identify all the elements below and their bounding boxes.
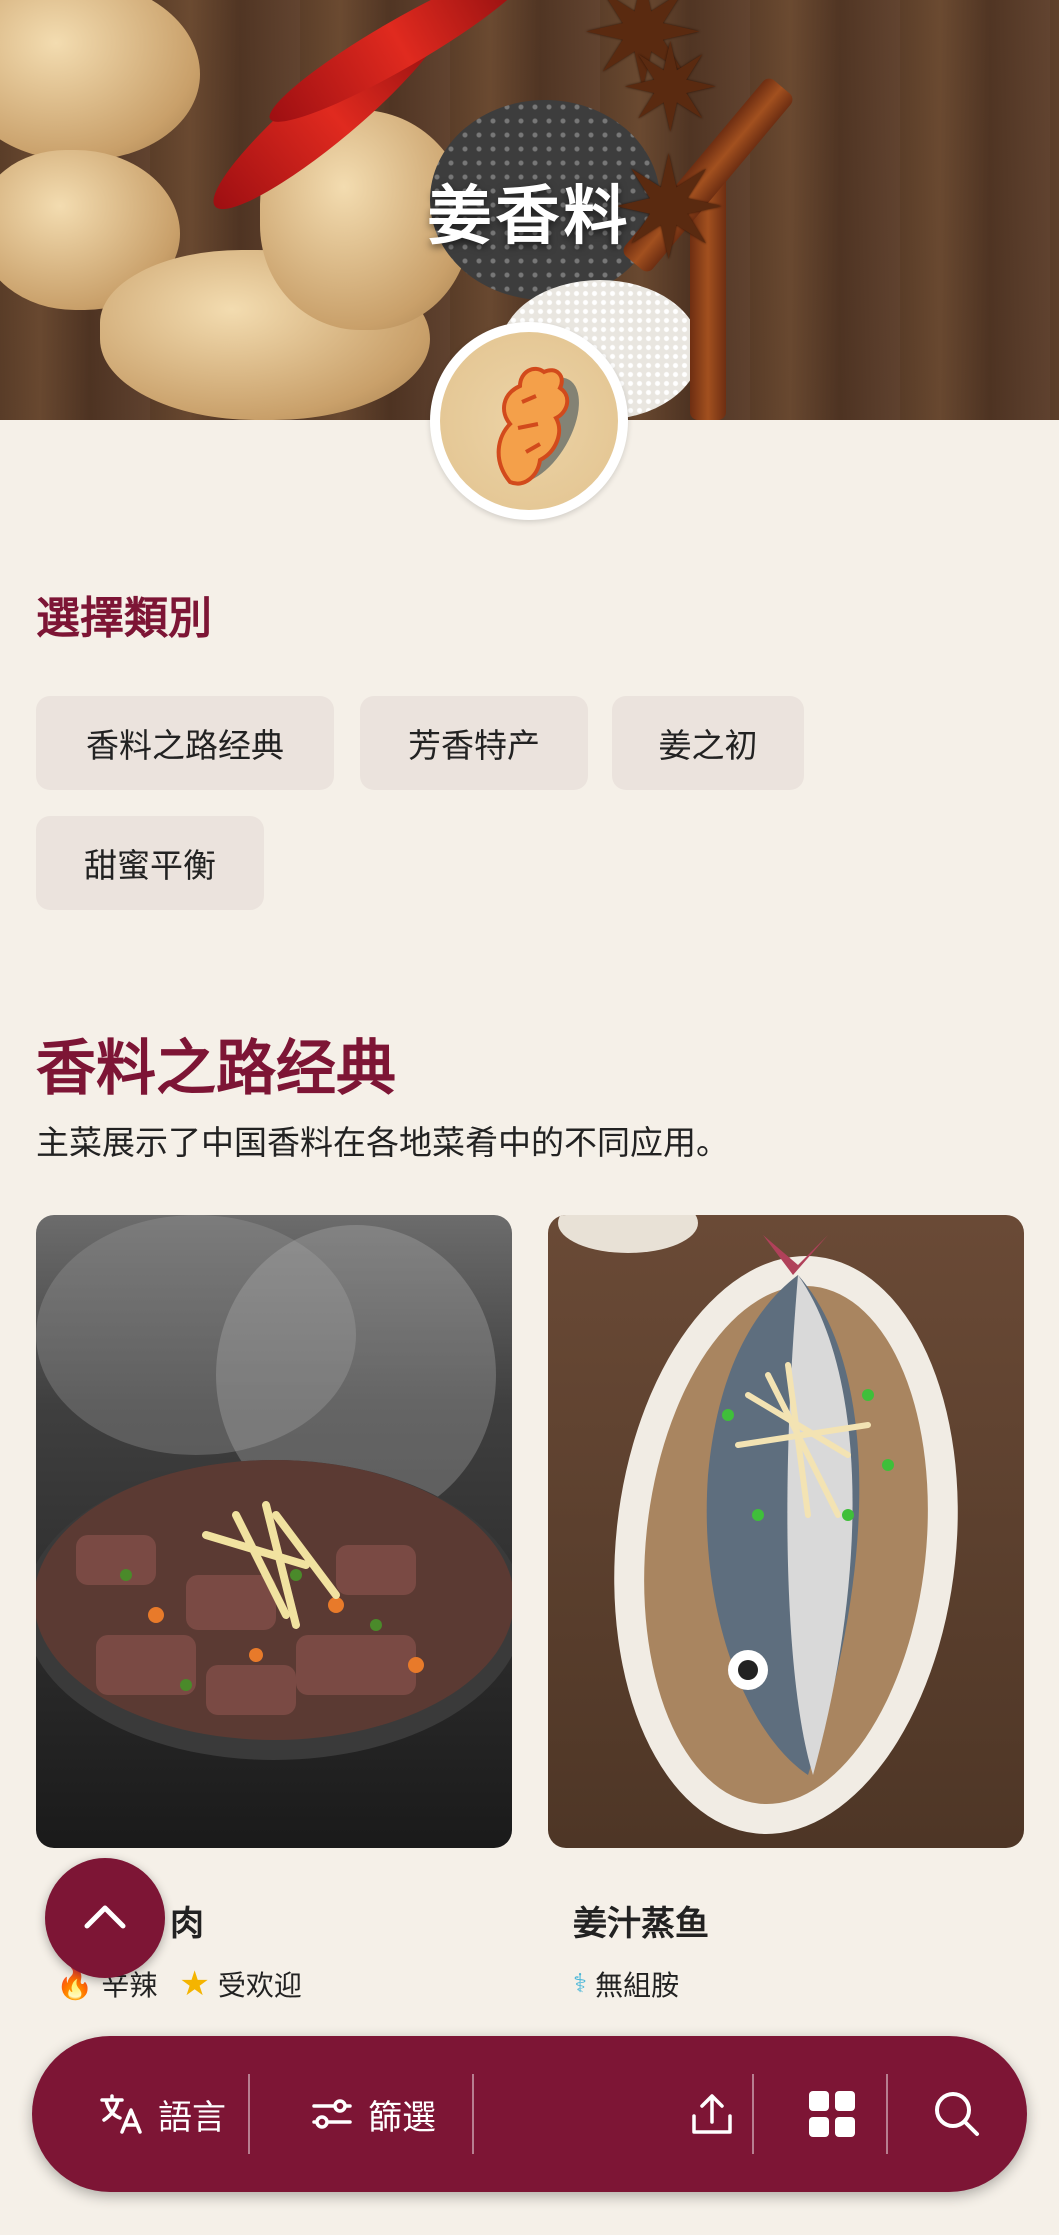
chevron-up-icon	[84, 1905, 126, 1929]
category-chip[interactable]: 芳香特产	[360, 696, 588, 790]
scroll-to-top-button[interactable]	[45, 1858, 165, 1978]
filter-slider-icon	[312, 2099, 352, 2129]
star-icon: ★	[179, 1964, 210, 2004]
category-description: 主菜展示了中国香料在各地菜肴中的不同应用。	[36, 1123, 729, 1162]
page-title: 姜香料	[427, 180, 632, 254]
beef-stir-fry-image	[36, 1215, 512, 1760]
filter-button[interactable]: 篩選	[282, 2036, 462, 2192]
category-chip[interactable]: 甜蜜平衡	[36, 816, 264, 910]
divider	[248, 2074, 250, 2154]
tag-histamine-free: 無組胺	[595, 1969, 680, 2002]
grid-view-button[interactable]	[772, 2036, 892, 2192]
translate-icon	[100, 2094, 142, 2134]
language-label: 語言	[158, 2097, 226, 2138]
dish-name[interactable]: 姜汁蒸鱼	[573, 1896, 709, 1945]
share-button[interactable]	[642, 2036, 782, 2192]
category-title: 香料之路经典	[36, 1034, 396, 1104]
category-selector-label: 選擇類別	[36, 593, 212, 644]
divider	[886, 2074, 888, 2154]
category-chip[interactable]: 姜之初	[612, 696, 804, 790]
ginger-icon	[496, 366, 579, 486]
bottom-toolbar: 語言 篩選	[32, 2036, 1027, 2192]
category-chip[interactable]: 香料之路经典	[36, 696, 334, 790]
divider	[752, 2074, 754, 2154]
share-icon	[692, 2094, 732, 2134]
steamed-fish-image	[558, 1215, 958, 1834]
divider	[472, 2074, 474, 2154]
language-button[interactable]: 語言	[72, 2036, 252, 2192]
dish-name[interactable]: 肉	[170, 1896, 204, 1945]
category-avatar	[430, 322, 628, 520]
dish-image[interactable]	[36, 1215, 512, 1848]
search-icon	[935, 2092, 979, 2136]
tag-popular: 受欢迎	[217, 1969, 302, 2002]
dish-image[interactable]	[548, 1215, 1024, 1848]
no-histamine-icon: ⚕	[573, 1969, 588, 1999]
grid-icon	[809, 2091, 855, 2137]
dish-tags: ⚕ 無組胺	[573, 1964, 679, 2004]
search-button[interactable]	[902, 2036, 1012, 2192]
filter-label: 篩選	[368, 2097, 436, 2138]
